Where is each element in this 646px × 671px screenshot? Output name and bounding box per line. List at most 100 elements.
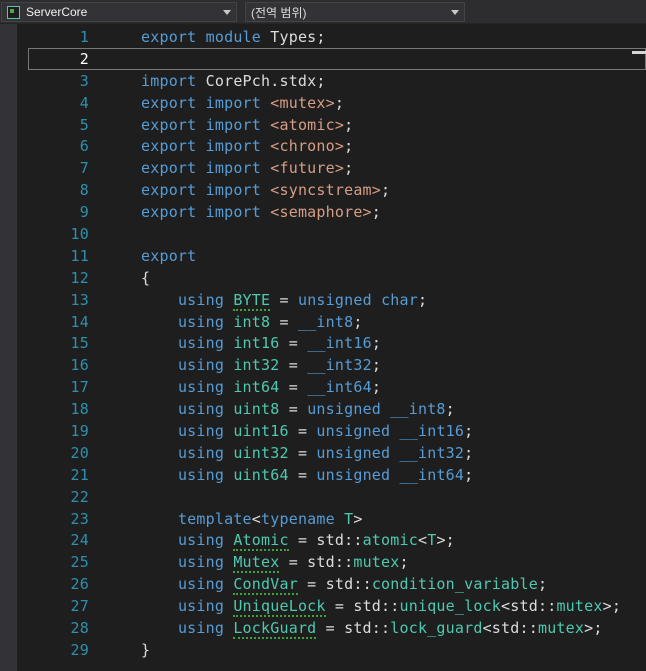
line-number[interactable]: 29 (29, 641, 89, 659)
code-line[interactable]: 23 template<typename T> (0, 508, 646, 530)
code-line[interactable]: 7 export import <future>; (0, 157, 646, 179)
code-line[interactable]: 24 using Atomic = std::atomic<T>; (0, 529, 646, 552)
code-text[interactable]: using uint16 = unsigned __int16; (141, 422, 473, 440)
line-box[interactable]: 28 using LockGuard = std::lock_guard<std… (28, 617, 646, 639)
line-box[interactable]: 21 using uint64 = unsigned __int64; (28, 464, 646, 486)
code-line[interactable]: 1 export module Types; (0, 26, 646, 48)
code-text[interactable]: { (141, 269, 150, 287)
code-text[interactable]: template<typename T> (141, 510, 363, 528)
line-number[interactable]: 21 (29, 466, 89, 484)
code-text[interactable]: export import <syncstream>; (141, 181, 390, 199)
code-text[interactable]: export import <future>; (141, 159, 353, 177)
line-box[interactable]: 20 using uint32 = unsigned __int32; (28, 442, 646, 464)
breakpoint-margin[interactable] (0, 311, 28, 333)
breakpoint-margin[interactable] (0, 48, 28, 70)
line-box[interactable]: 23 template<typename T> (28, 508, 646, 530)
code-line[interactable]: 12 { (0, 267, 646, 289)
code-line[interactable]: 9 export import <semaphore>; (0, 201, 646, 223)
line-number[interactable]: 23 (29, 510, 89, 528)
breakpoint-margin[interactable] (0, 245, 28, 267)
line-box[interactable]: 22 (28, 486, 646, 508)
breakpoint-margin[interactable] (0, 639, 28, 661)
line-box[interactable]: 27 using UniqueLock = std::unique_lock<s… (28, 595, 646, 618)
code-text[interactable]: import CorePch.stdx; (141, 72, 326, 90)
breakpoint-margin[interactable] (0, 508, 28, 530)
code-line[interactable]: 6 export import <chrono>; (0, 135, 646, 157)
line-box[interactable]: 10 (28, 223, 646, 245)
line-number[interactable]: 3 (29, 72, 89, 90)
code-text[interactable]: export import <semaphore>; (141, 203, 381, 221)
breakpoint-margin[interactable] (0, 464, 28, 486)
code-text[interactable]: using uint64 = unsigned __int64; (141, 466, 473, 484)
line-box[interactable]: 26 using CondVar = std::condition_variab… (28, 573, 646, 596)
code-text[interactable]: using uint8 = unsigned __int8; (141, 400, 455, 418)
project-dropdown[interactable]: ServerCore (1, 2, 237, 22)
code-line[interactable]: 28 using LockGuard = std::lock_guard<std… (0, 617, 646, 639)
breakpoint-margin[interactable] (0, 26, 28, 48)
code-area[interactable]: 1 export module Types; 2 3 import CorePch.st… (0, 26, 646, 661)
code-text[interactable]: using CondVar = std::condition_variable; (141, 575, 547, 596)
code-editor[interactable]: 1 export module Types; 2 3 import CorePch.st… (0, 24, 646, 671)
code-text[interactable]: using int32 = __int32; (141, 356, 381, 374)
line-number[interactable]: 22 (29, 488, 89, 506)
breakpoint-margin[interactable] (0, 135, 28, 157)
code-line[interactable]: 19 using uint16 = unsigned __int16; (0, 420, 646, 442)
code-line[interactable]: 17 using int64 = __int64; (0, 376, 646, 398)
code-line[interactable]: 2 (0, 47, 646, 70)
breakpoint-margin[interactable] (0, 529, 28, 551)
breakpoint-margin[interactable] (0, 595, 28, 617)
line-number[interactable]: 14 (29, 313, 89, 331)
breakpoint-margin[interactable] (0, 179, 28, 201)
line-number[interactable]: 2 (29, 50, 89, 68)
line-box[interactable]: 14 using int8 = __int8; (28, 311, 646, 333)
line-number[interactable]: 8 (29, 181, 89, 199)
code-line[interactable]: 26 using CondVar = std::condition_variab… (0, 573, 646, 596)
code-line[interactable]: 15 using int16 = __int16; (0, 332, 646, 354)
code-line[interactable]: 4 export import <mutex>; (0, 92, 646, 114)
line-number[interactable]: 16 (29, 356, 89, 374)
line-box[interactable]: 4 export import <mutex>; (28, 92, 646, 114)
code-line[interactable]: 3 import CorePch.stdx; (0, 70, 646, 92)
code-text[interactable]: export import <chrono>; (141, 137, 353, 155)
line-number[interactable]: 12 (29, 269, 89, 287)
breakpoint-margin[interactable] (0, 223, 28, 245)
breakpoint-margin[interactable] (0, 114, 28, 136)
line-number[interactable]: 4 (29, 94, 89, 112)
scope-dropdown[interactable]: (전역 범위) (245, 2, 465, 22)
line-number[interactable]: 24 (29, 531, 89, 549)
line-box[interactable]: 18 using uint8 = unsigned __int8; (28, 398, 646, 420)
line-box[interactable]: 6 export import <chrono>; (28, 135, 646, 157)
code-line[interactable]: 8 export import <syncstream>; (0, 179, 646, 201)
line-box[interactable]: 25 using Mutex = std::mutex; (28, 551, 646, 574)
breakpoint-margin[interactable] (0, 354, 28, 376)
breakpoint-margin[interactable] (0, 442, 28, 464)
breakpoint-margin[interactable] (0, 289, 28, 311)
line-box[interactable]: 24 using Atomic = std::atomic<T>; (28, 529, 646, 552)
code-text[interactable]: using Mutex = std::mutex; (141, 553, 409, 574)
line-number[interactable]: 10 (29, 225, 89, 243)
line-box[interactable]: 15 using int16 = __int16; (28, 332, 646, 354)
breakpoint-margin[interactable] (0, 332, 28, 354)
line-number[interactable]: 19 (29, 422, 89, 440)
line-box[interactable]: 12 { (28, 267, 646, 289)
current-line-highlight[interactable]: 2 (28, 47, 646, 70)
line-box[interactable]: 7 export import <future>; (28, 157, 646, 179)
line-box[interactable]: 16 using int32 = __int32; (28, 354, 646, 376)
line-box[interactable]: 5 export import <atomic>; (28, 114, 646, 136)
line-number[interactable]: 7 (29, 159, 89, 177)
breakpoint-margin[interactable] (0, 92, 28, 114)
code-line[interactable]: 11 export (0, 245, 646, 267)
code-text[interactable]: using BYTE = unsigned char; (141, 290, 427, 311)
line-box[interactable]: 13 using BYTE = unsigned char; (28, 289, 646, 311)
line-box[interactable]: 9 export import <semaphore>; (28, 201, 646, 223)
line-number[interactable]: 13 (29, 291, 89, 309)
code-text[interactable]: using Atomic = std::atomic<T>; (141, 531, 455, 552)
code-line[interactable]: 16 using int32 = __int32; (0, 354, 646, 376)
line-number[interactable]: 18 (29, 400, 89, 418)
code-text[interactable]: using LockGuard = std::lock_guard<std::m… (141, 618, 603, 639)
code-text[interactable]: } (141, 641, 150, 659)
code-text[interactable]: using int16 = __int16; (141, 334, 381, 352)
line-number[interactable]: 1 (29, 28, 89, 46)
line-number[interactable]: 28 (29, 619, 89, 637)
line-box[interactable]: 8 export import <syncstream>; (28, 179, 646, 201)
